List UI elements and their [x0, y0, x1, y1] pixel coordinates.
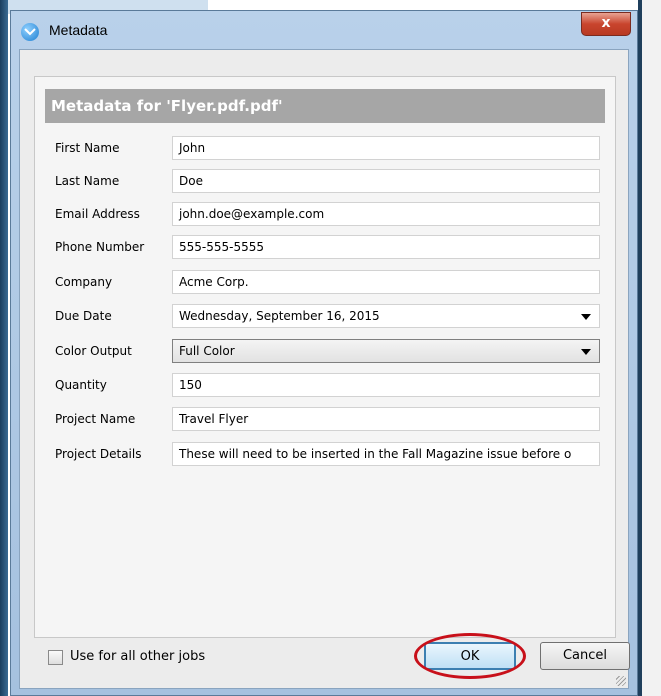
first-name-input[interactable]: John	[172, 136, 600, 160]
field-label: Project Name	[55, 412, 136, 426]
panel-header: Metadata for 'Flyer.pdf.pdf'	[45, 89, 605, 123]
form-row-first-name: First Name John	[35, 136, 617, 162]
ok-highlight-circle	[414, 633, 526, 679]
field-label: Project Details	[55, 447, 142, 461]
field-label: First Name	[55, 141, 120, 155]
cancel-button[interactable]: Cancel	[540, 642, 630, 670]
close-button[interactable]: x	[581, 12, 631, 36]
background-right-border	[638, 0, 642, 696]
field-label: Quantity	[55, 378, 107, 392]
form-row-last-name: Last Name Doe	[35, 169, 617, 195]
form-row-company: Company Acme Corp.	[35, 270, 617, 296]
background-right-edge	[641, 0, 661, 696]
project-name-input[interactable]: Travel Flyer	[172, 407, 600, 431]
app-icon	[21, 23, 39, 41]
field-label: Phone Number	[55, 240, 145, 254]
form-row-color-output: Color Output Full Color	[35, 339, 617, 365]
last-name-input[interactable]: Doe	[172, 169, 600, 193]
due-date-picker[interactable]: Wednesday, September 16, 2015	[172, 304, 600, 328]
title-bar[interactable]: Metadata x	[11, 11, 637, 49]
field-label: Email Address	[55, 207, 140, 221]
field-label: Company	[55, 275, 113, 289]
field-label: Last Name	[55, 174, 120, 188]
chevron-down-icon[interactable]	[581, 349, 591, 355]
color-output-value: Full Color	[179, 344, 235, 358]
email-input[interactable]: john.doe@example.com	[172, 202, 600, 226]
window-title: Metadata	[49, 22, 108, 38]
phone-input[interactable]: 555-555-5555	[172, 235, 600, 259]
metadata-panel: Metadata for 'Flyer.pdf.pdf' First Name …	[34, 76, 616, 638]
field-label: Due Date	[55, 309, 112, 323]
color-output-dropdown[interactable]: Full Color	[172, 339, 600, 363]
form-row-phone: Phone Number 555-555-5555	[35, 235, 617, 261]
company-input[interactable]: Acme Corp.	[172, 270, 600, 294]
quantity-input[interactable]: 150	[172, 373, 600, 397]
use-for-all-jobs-label[interactable]: Use for all other jobs	[70, 649, 205, 664]
use-for-all-jobs-checkbox[interactable]	[48, 650, 63, 665]
due-date-value: Wednesday, September 16, 2015	[179, 309, 380, 323]
form-row-email: Email Address john.doe@example.com	[35, 202, 617, 228]
project-details-input[interactable]: These will need to be inserted in the Fa…	[172, 442, 600, 466]
metadata-dialog: Metadata x Metadata for 'Flyer.pdf.pdf' …	[10, 10, 638, 696]
chevron-down-icon[interactable]	[581, 314, 591, 320]
background-left-edge	[0, 0, 8, 696]
close-icon: x	[601, 15, 611, 31]
dialog-client-area: Metadata for 'Flyer.pdf.pdf' First Name …	[19, 49, 630, 689]
form-row-quantity: Quantity 150	[35, 373, 617, 399]
field-label: Color Output	[55, 344, 132, 358]
resize-grip-icon[interactable]	[616, 676, 626, 686]
form-row-project-name: Project Name Travel Flyer	[35, 407, 617, 433]
form-row-due-date: Due Date Wednesday, September 16, 2015	[35, 304, 617, 330]
form-row-project-details: Project Details These will need to be in…	[35, 442, 617, 468]
